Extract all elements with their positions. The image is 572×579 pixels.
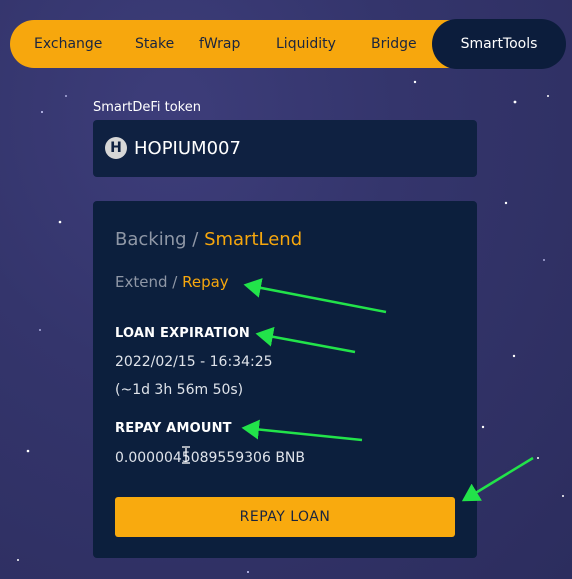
token-field-label: SmartDeFi token: [93, 100, 201, 115]
smartlend-card: Backing / SmartLend Extend / Repay LOAN …: [93, 201, 477, 558]
breadcrumb-smartlend[interactable]: SmartLend: [204, 229, 302, 250]
breadcrumb-backing[interactable]: Backing: [115, 229, 187, 250]
nav-smarttools[interactable]: SmartTools: [432, 19, 566, 69]
nav-exchange[interactable]: Exchange: [34, 20, 102, 68]
breadcrumb-separator: /: [186, 229, 205, 250]
breadcrumb: Backing / SmartLend: [115, 229, 302, 250]
subnav-extend[interactable]: Extend: [115, 273, 168, 291]
repay-amount-heading: REPAY AMOUNT: [115, 421, 232, 436]
subnav-repay[interactable]: Repay: [182, 273, 229, 291]
nav-liquidity[interactable]: Liquidity: [276, 20, 336, 68]
loan-subnav: Extend / Repay: [115, 273, 229, 291]
nav-stake[interactable]: Stake: [135, 20, 174, 68]
top-nav-bar: Exchange Stake fWrap Liquidity Bridge Sm…: [10, 19, 566, 69]
subnav-separator: /: [167, 273, 183, 291]
nav-fwrap[interactable]: fWrap: [199, 20, 240, 68]
repay-amount-value: 0.0000045089559306 BNB: [115, 450, 306, 466]
token-name: HOPIUM007: [134, 138, 241, 159]
token-selector[interactable]: H HOPIUM007: [93, 120, 477, 177]
loan-expiration-remaining: (~1d 3h 56m 50s): [115, 382, 244, 398]
loan-expiration-heading: LOAN EXPIRATION: [115, 326, 250, 341]
repay-loan-button[interactable]: REPAY LOAN: [115, 497, 455, 537]
token-logo-icon: H: [105, 137, 127, 159]
nav-bridge[interactable]: Bridge: [371, 20, 417, 68]
loan-expiration-datetime: 2022/02/15 - 16:34:25: [115, 354, 273, 370]
